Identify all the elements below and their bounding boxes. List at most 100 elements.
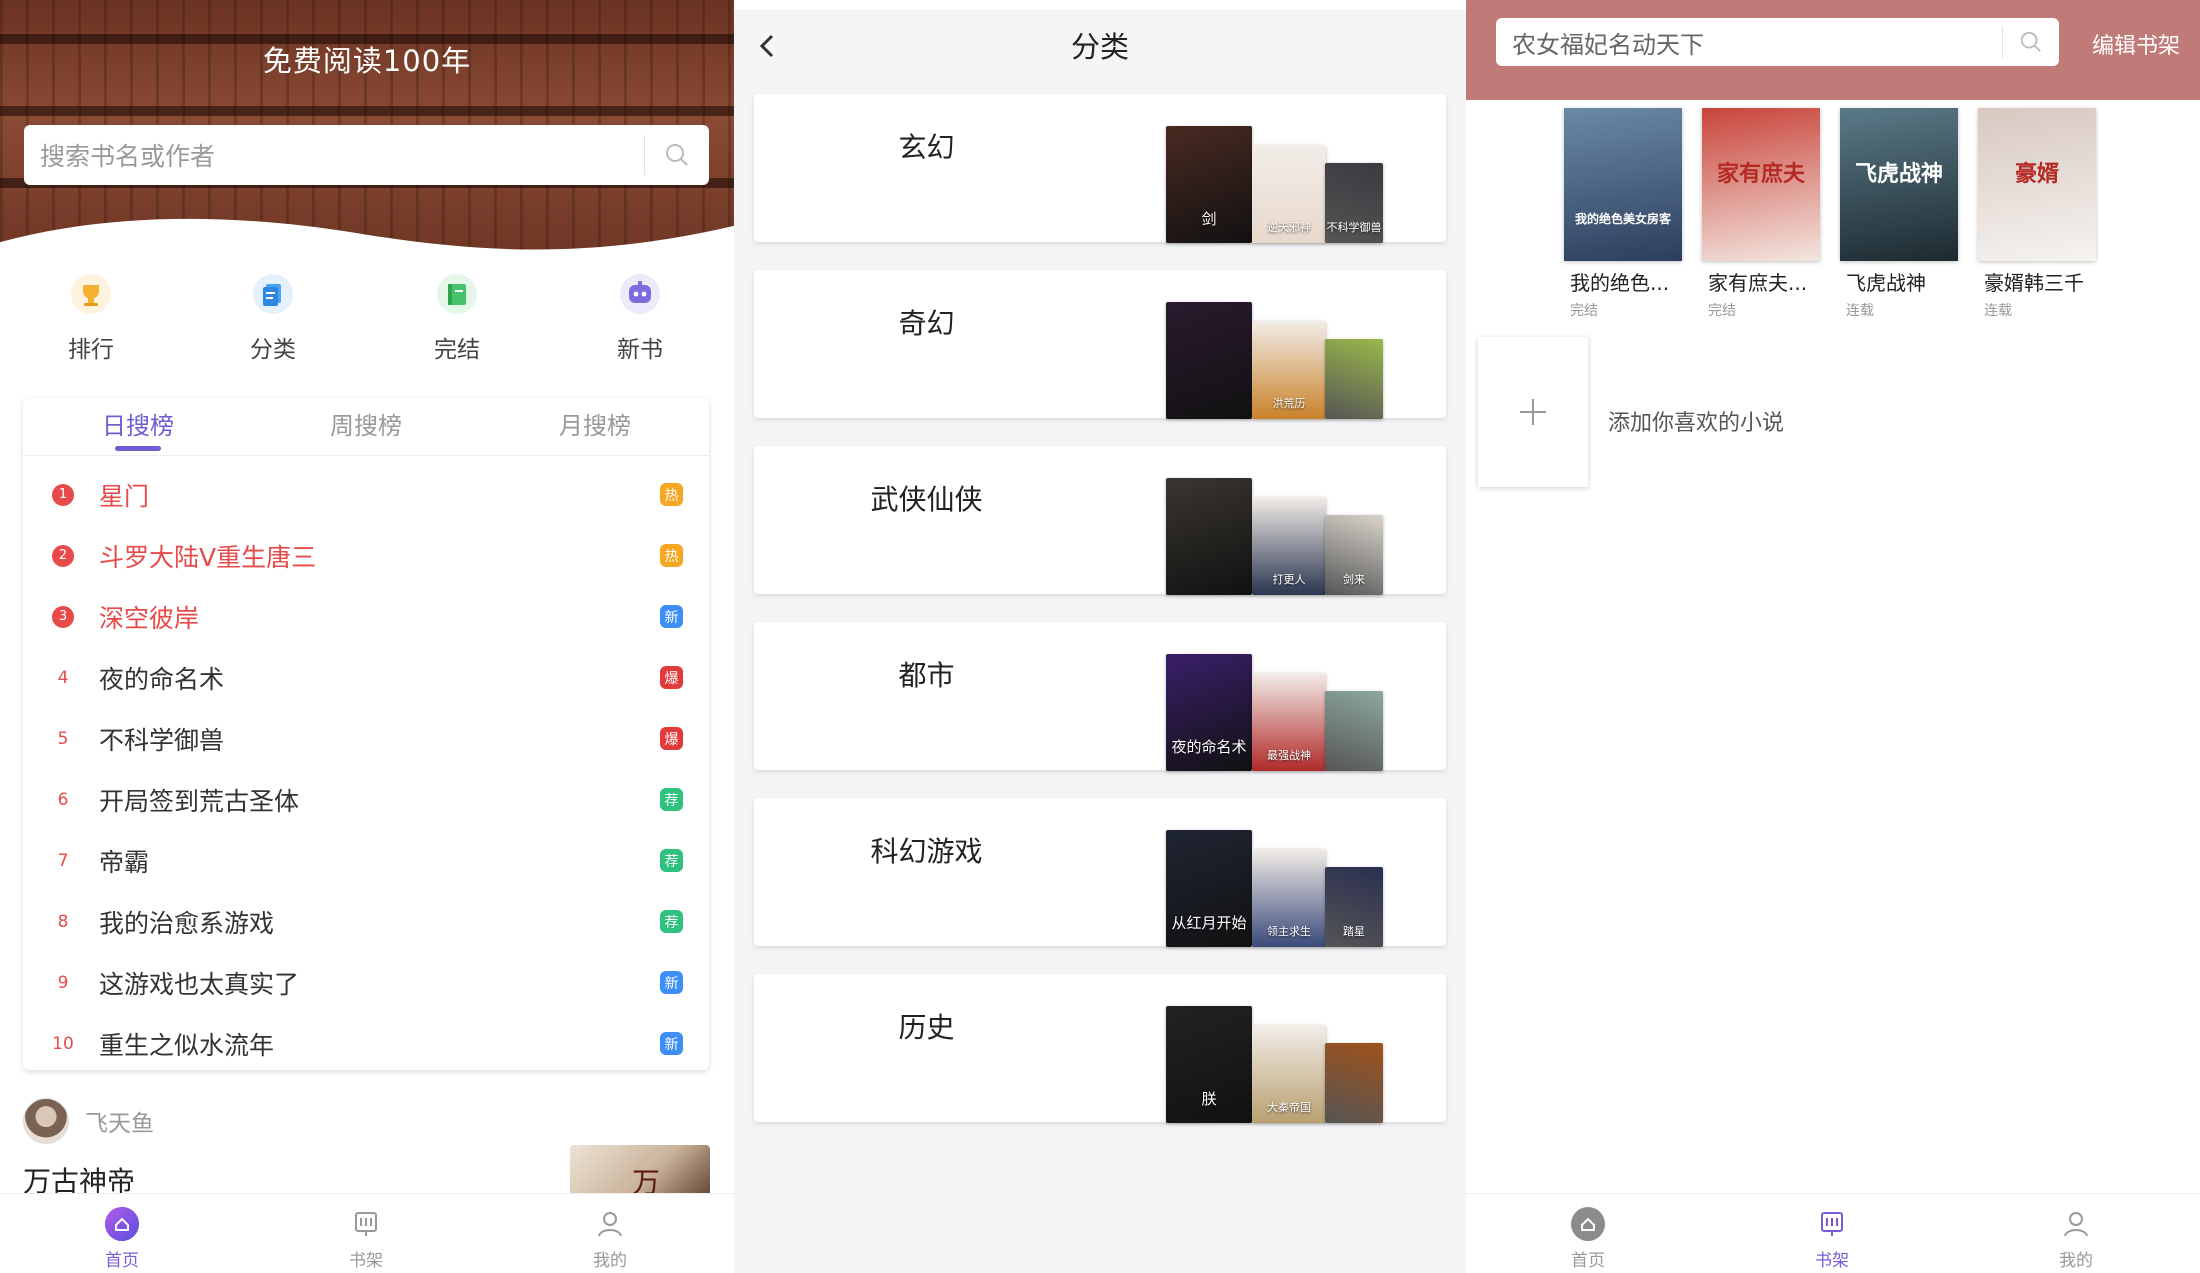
rank-number: 5 (57, 728, 69, 749)
category-card[interactable]: 都市 夜的命名术 最强战神 (754, 622, 1446, 771)
category-name: 玄幻 (898, 131, 955, 164)
nav-profile[interactable]: 我的 (2016, 1206, 2136, 1271)
bookshelf-icon (348, 1206, 384, 1242)
ranking-row[interactable]: 9 这游戏也太真实了 新 (23, 952, 709, 1013)
category-covers: 洪荒历 (1166, 299, 1386, 419)
category-card[interactable]: 玄幻 剑逆天邪神 不科学御兽 (754, 94, 1446, 243)
nav-home[interactable]: 首页 (1528, 1206, 1648, 1271)
profile-icon (592, 1206, 628, 1242)
edit-shelf-button[interactable]: 编辑书架 (2092, 28, 2180, 60)
quick-link-category[interactable]: 分类 (213, 272, 333, 364)
book-cover: 踏星 (1325, 867, 1383, 947)
ranking-row[interactable]: 8 我的治愈系游戏 荐 (23, 891, 709, 952)
rank-badge: 新 (660, 1032, 683, 1055)
book-cover: 领主求生 (1252, 849, 1326, 947)
cover-title: 剑 (1201, 210, 1217, 228)
ranking-row[interactable]: 1 星门 热 (23, 464, 709, 525)
rank-number: 1 (23, 483, 103, 506)
author-name: 飞天鱼 (85, 1111, 154, 1137)
book-cover (1325, 339, 1383, 419)
search-input[interactable]: 农女福妃名动天下 (1496, 25, 2002, 60)
rank-badge: 新 (660, 605, 683, 628)
nav-profile[interactable]: 我的 (550, 1206, 670, 1271)
home-icon (104, 1206, 140, 1242)
book-title: 帝霸 (99, 847, 150, 877)
rank-badge: 热 (660, 483, 683, 506)
category-header: 分类 (734, 10, 1466, 80)
search-icon[interactable] (645, 125, 709, 185)
tab-daily[interactable]: 日搜榜 (38, 406, 238, 441)
quick-link-ranking[interactable]: 排行 (31, 272, 151, 364)
plus-icon (1520, 399, 1546, 425)
search-bar[interactable]: 农女福妃名动天下 (1496, 18, 2059, 66)
trophy-icon (69, 272, 113, 316)
nav-home[interactable]: 首页 (62, 1206, 182, 1271)
cover-title: 打更人 (1272, 573, 1306, 586)
book-cover: 不科学御兽 (1325, 163, 1383, 243)
book-status: 完结 (1570, 303, 1598, 319)
search-icon[interactable] (2003, 30, 2059, 54)
quick-link-new-books[interactable]: 新书 (580, 272, 700, 364)
add-book-button[interactable] (1478, 337, 1588, 487)
book-title: 豪婿韩三千 (1984, 271, 2084, 295)
category-covers: 剑逆天邪神 不科学御兽 (1166, 123, 1386, 243)
category-card[interactable]: 科幻游戏 从红月开始领主求生 踏星 (754, 798, 1446, 947)
book-cover: 我的绝色美女房客 (1564, 108, 1682, 261)
shelf-book[interactable]: 飞虎战神 飞虎战神 连载 (1840, 108, 1958, 320)
category-card[interactable]: 奇幻洪荒历 (754, 270, 1446, 419)
ranking-row[interactable]: 10 重生之似水流年 新 (23, 1013, 709, 1074)
book-title: 飞虎战神 (1846, 271, 1926, 295)
book-cover: 飞虎战神 (1840, 108, 1958, 261)
quick-link-finished[interactable]: 完结 (397, 272, 517, 364)
category-screen: 分类 玄幻剑逆天邪神 不科学御兽 奇幻 洪荒历 武侠仙侠 打更人 剑来 都市 夜的命名术 最强战神… (734, 0, 1466, 1273)
ranking-row[interactable]: 3 深空彼岸 新 (23, 586, 709, 647)
cover-title: 踏星 (1343, 925, 1365, 938)
ranking-card: 日搜榜 周搜榜 月搜榜 1 星门热 2 斗罗大陆V重生唐三热 3 深空彼岸新 4 夜的命名术爆… (23, 398, 709, 1070)
rank-badge: 荐 (660, 788, 683, 811)
ranking-row[interactable]: 2 斗罗大陆V重生唐三 热 (23, 525, 709, 586)
featured-author[interactable]: 飞天鱼 (23, 1098, 154, 1144)
book-title: 星门 (99, 481, 150, 511)
category-card[interactable]: 历史朕大秦帝国 (754, 974, 1446, 1123)
new-book-icon (618, 272, 662, 316)
cover-title: 剑来 (1343, 573, 1365, 586)
book-title: 深空彼岸 (99, 603, 200, 633)
tab-monthly[interactable]: 月搜榜 (495, 406, 695, 441)
rank-badge: 荐 (660, 910, 683, 933)
category-card[interactable]: 武侠仙侠打更人 剑来 (754, 446, 1446, 595)
shelf-book[interactable]: 豪婿 豪婿韩三千 连载 (1978, 108, 2096, 320)
book-cover: 从红月开始 (1166, 830, 1252, 947)
home-icon (1570, 1206, 1606, 1242)
nav-bookshelf[interactable]: 书架 (1772, 1206, 1892, 1271)
book-title: 不科学御兽 (99, 725, 225, 755)
ranking-row[interactable]: 4 夜的命名术 爆 (23, 647, 709, 708)
book-title: 家有庶夫... (1708, 271, 1808, 295)
nav-bookshelf[interactable]: 书架 (306, 1206, 426, 1271)
ranking-row[interactable]: 6 开局签到荒古圣体 荐 (23, 769, 709, 830)
status-bar (734, 0, 1466, 10)
ranking-row[interactable]: 5 不科学御兽 爆 (23, 708, 709, 769)
shelf-book[interactable]: 我的绝色美女房客 我的绝色... 完结 (1564, 108, 1682, 320)
category-name: 历史 (898, 1011, 955, 1044)
category-name: 科幻游戏 (870, 835, 983, 868)
book-cover (1166, 302, 1252, 419)
category-name: 武侠仙侠 (870, 483, 983, 516)
rank-badge: 新 (660, 971, 683, 994)
book-title: 重生之似水流年 (99, 1030, 275, 1060)
category-name: 奇幻 (898, 307, 955, 340)
book-cover: 大秦帝国 (1252, 1025, 1326, 1123)
book-title: 开局签到荒古圣体 (99, 786, 300, 816)
search-bar[interactable]: 搜索书名或作者 (24, 125, 709, 185)
rank-number: 9 (57, 972, 69, 993)
page-title: 分类 (1070, 30, 1129, 64)
ranking-row[interactable]: 7 帝霸 荐 (23, 830, 709, 891)
shelf-book[interactable]: 家有庶夫 家有庶夫... 完结 (1702, 108, 1820, 320)
book-cover: 夜的命名术 (1166, 654, 1252, 771)
search-input[interactable]: 搜索书名或作者 (24, 137, 644, 173)
cover-title: 领主求生 (1267, 925, 1311, 938)
tab-weekly[interactable]: 周搜榜 (266, 406, 466, 441)
cover-title: 最强战神 (1267, 749, 1311, 762)
active-tab-indicator (115, 446, 161, 451)
book-cover (1325, 1043, 1383, 1123)
cover-title: 洪荒历 (1272, 397, 1306, 410)
